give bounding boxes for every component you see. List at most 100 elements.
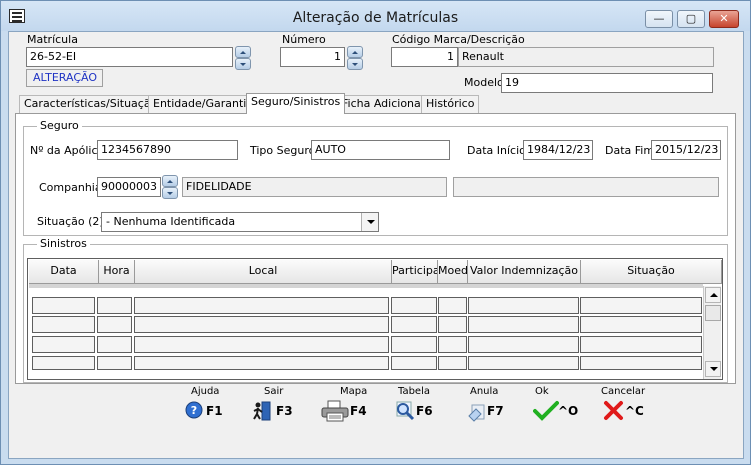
situacao-label: Situação (2): [37, 215, 104, 228]
matricula-input[interactable]: 26-52-EI: [26, 47, 233, 67]
marca-label: Código Marca/Descrição: [392, 33, 525, 46]
check-icon: [533, 400, 559, 421]
spin-up-icon[interactable]: [162, 175, 178, 187]
table-cell[interactable]: [391, 336, 437, 353]
situacao-select[interactable]: - Nenhuma Identificada: [101, 212, 379, 232]
spin-down-icon[interactable]: [162, 187, 178, 199]
sinistros-grid[interactable]: Data Hora Local Participa. Moed Valor In…: [27, 258, 723, 380]
column-header-valor[interactable]: Valor Indemnização: [468, 260, 581, 284]
table-cell[interactable]: [97, 336, 132, 353]
table-button[interactable]: Tabela F6: [394, 386, 440, 426]
spin-down-icon[interactable]: [235, 58, 251, 70]
tipo-seguro-input[interactable]: AUTO: [311, 140, 450, 160]
modelo-input[interactable]: 19: [501, 73, 713, 93]
marca-code-input[interactable]: 1: [391, 47, 458, 67]
table-cell[interactable]: [134, 297, 389, 314]
numero-spinner[interactable]: [347, 46, 363, 70]
maximize-button[interactable]: ▢: [677, 10, 705, 28]
numero-input[interactable]: 1: [280, 47, 345, 67]
table-cell[interactable]: [134, 356, 389, 370]
map-label: Mapa: [340, 386, 368, 397]
table-cell[interactable]: [32, 356, 95, 370]
main-window: Alteração de Matrículas — ▢ ✕ Matrícula …: [0, 0, 751, 465]
table-cell[interactable]: [438, 297, 467, 314]
minimize-button[interactable]: —: [645, 10, 673, 28]
grid-separator: [29, 284, 703, 288]
column-header-data[interactable]: Data: [29, 260, 99, 284]
magnifier-icon: [394, 400, 415, 421]
grid-scrollbar[interactable]: [703, 286, 721, 379]
spin-up-icon[interactable]: [235, 46, 251, 58]
tab-historico[interactable]: Histórico: [421, 95, 480, 113]
matricula-label: Matrícula: [27, 33, 78, 46]
table-cell[interactable]: [468, 336, 579, 353]
tipo-seguro-label: Tipo Seguro: [250, 144, 316, 157]
table-cell[interactable]: [468, 316, 579, 333]
help-label: Ajuda: [191, 386, 220, 397]
table-cell[interactable]: [468, 297, 579, 314]
table-cell[interactable]: [97, 356, 132, 370]
companhia-code-input[interactable]: 90000003: [97, 177, 161, 197]
spin-up-icon[interactable]: [347, 46, 363, 58]
table-cell[interactable]: [580, 336, 702, 353]
table-cell[interactable]: [438, 336, 467, 353]
help-icon: ?: [184, 400, 204, 420]
scroll-thumb[interactable]: [705, 305, 721, 321]
table-cell[interactable]: [134, 336, 389, 353]
map-key: F4: [350, 404, 367, 418]
apolice-input[interactable]: 1234567890: [97, 140, 238, 160]
scroll-down-icon[interactable]: [705, 361, 721, 377]
spin-down-icon[interactable]: [347, 58, 363, 70]
table-cell[interactable]: [580, 316, 702, 333]
table-cell[interactable]: [580, 356, 702, 370]
column-header-hora[interactable]: Hora: [99, 260, 135, 284]
tab-entidade[interactable]: Entidade/Garantia: [148, 95, 259, 113]
companhia-name: FIDELIDADE: [182, 177, 447, 197]
companhia-spinner[interactable]: [162, 175, 178, 199]
eraser-icon: [466, 400, 486, 422]
column-header-moeda[interactable]: Moed: [438, 260, 468, 284]
data-fim-input[interactable]: 2015/12/23: [651, 140, 721, 160]
tab-seguro[interactable]: Seguro/Sinistros: [246, 93, 346, 114]
data-fim-label: Data Fim: [605, 144, 655, 157]
table-cell[interactable]: [391, 316, 437, 333]
matricula-spinner[interactable]: [235, 46, 251, 70]
cancel-label: Cancelar: [601, 386, 646, 397]
close-button[interactable]: ✕: [709, 10, 739, 28]
table-cell[interactable]: [438, 356, 467, 370]
cancel-button[interactable]: Cancelar ^C: [601, 386, 651, 426]
tab-ficha-adicional[interactable]: Ficha Adicional: [337, 95, 429, 113]
ok-label: Ok: [535, 386, 549, 397]
cancel-record-button[interactable]: Anula F7: [466, 386, 512, 426]
status-badge: ALTERAÇÃO: [26, 69, 103, 87]
table-cell[interactable]: [97, 297, 132, 314]
table-cell[interactable]: [32, 336, 95, 353]
exit-button[interactable]: Sair F3: [251, 386, 297, 426]
column-header-situacao[interactable]: Situação: [581, 260, 722, 284]
table-cell[interactable]: [134, 316, 389, 333]
chevron-down-icon[interactable]: [361, 213, 378, 231]
data-inicio-input[interactable]: 1984/12/23: [523, 140, 593, 160]
column-header-participa[interactable]: Participa.: [392, 260, 438, 284]
table-cell[interactable]: [391, 356, 437, 370]
table-label: Tabela: [398, 386, 430, 397]
table-cell[interactable]: [468, 356, 579, 370]
scroll-up-icon[interactable]: [705, 287, 721, 303]
table-cell[interactable]: [32, 297, 95, 314]
table-key: F6: [416, 404, 433, 418]
title-bar[interactable]: Alteração de Matrículas — ▢ ✕: [1, 1, 750, 31]
situacao-selected: - Nenhuma Identificada: [106, 215, 236, 228]
map-button[interactable]: Mapa F4: [320, 386, 370, 426]
tab-caracteristicas[interactable]: Características/Situação: [19, 95, 163, 113]
ok-key: ^O: [558, 404, 579, 418]
table-cell[interactable]: [580, 297, 702, 314]
ok-button[interactable]: Ok ^O: [533, 386, 579, 426]
help-button[interactable]: Ajuda ? F1: [184, 386, 230, 426]
table-cell[interactable]: [32, 316, 95, 333]
table-cell[interactable]: [438, 316, 467, 333]
printer-icon: [320, 400, 350, 422]
column-header-local[interactable]: Local: [135, 260, 392, 284]
table-cell[interactable]: [97, 316, 132, 333]
exit-key: F3: [276, 404, 293, 418]
table-cell[interactable]: [391, 297, 437, 314]
